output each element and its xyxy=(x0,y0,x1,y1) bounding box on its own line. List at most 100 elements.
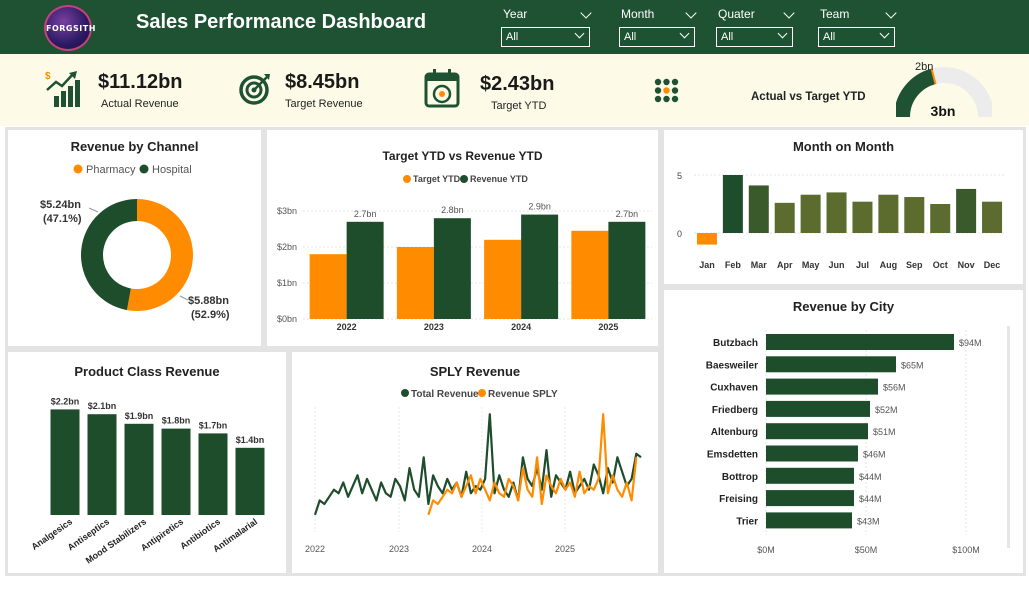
bar-city[interactable] xyxy=(766,512,852,529)
filter-year-select[interactable]: All xyxy=(501,27,590,47)
bar-city[interactable] xyxy=(766,334,954,350)
bar-product-class[interactable] xyxy=(87,414,117,515)
filter-team: Team All xyxy=(818,7,897,47)
bar-target-ytd[interactable] xyxy=(396,247,434,319)
bar-city[interactable] xyxy=(766,490,854,507)
bar-product-class[interactable] xyxy=(161,428,191,515)
bar-city[interactable] xyxy=(766,423,868,440)
target-vs-revenue-chart: Target YTD Revenue YTD $0bn $1bn $2bn $3bn 2… xyxy=(277,174,652,332)
bar-revenue-ytd[interactable] xyxy=(346,221,384,319)
x-tick-label: 2022 xyxy=(337,322,357,332)
bar-month-mar[interactable] xyxy=(748,185,769,233)
svg-text:$: $ xyxy=(45,71,51,82)
x-tick-label: 2024 xyxy=(472,544,492,554)
y-tick-label: $2bn xyxy=(277,242,297,252)
bar-month-dec[interactable] xyxy=(982,201,1003,233)
legend-total-revenue: Total Revenue xyxy=(411,389,479,400)
scrollbar[interactable] xyxy=(1007,326,1010,548)
bar-data-label: 2.7bn xyxy=(354,209,377,219)
gauge-center-label: 3bn xyxy=(931,103,956,119)
kpi-target-revenue-value: $8.45bn xyxy=(285,71,360,93)
x-tick-label: Apr xyxy=(777,260,793,270)
bar-data-label: $44M xyxy=(859,494,882,504)
bar-data-label: $1.4bn xyxy=(236,435,265,445)
chevron-down-icon xyxy=(879,28,890,39)
bar-data-label: $2.2bn xyxy=(51,396,80,406)
bar-month-apr[interactable] xyxy=(774,202,795,233)
bar-product-class[interactable] xyxy=(50,409,80,515)
kpi-actual-revenue-label: Actual Revenue xyxy=(101,98,179,110)
bar-city[interactable] xyxy=(766,400,870,417)
bar-month-may[interactable] xyxy=(800,194,821,233)
bar-revenue-ytd[interactable] xyxy=(608,221,646,319)
revenue-growth-icon: $ xyxy=(45,71,80,107)
bar-data-label: $94M xyxy=(959,338,982,348)
line-revenue-sply[interactable] xyxy=(427,413,638,516)
sply-chart: Total Revenue Revenue SPLY 2022 2023 2024 2… xyxy=(305,389,642,554)
y-tick-label: 5 xyxy=(677,171,682,181)
legend-swatch-target-ytd xyxy=(403,175,411,183)
city-label: Trier xyxy=(736,516,758,527)
bar-month-aug[interactable] xyxy=(878,194,899,233)
filter-year-label: Year xyxy=(503,7,528,21)
city-label: Baesweiler xyxy=(706,360,758,371)
panel-target-vs-revenue-ytd: Target YTD vs Revenue YTD Target YTD Rev… xyxy=(264,127,661,349)
bar-month-sep[interactable] xyxy=(904,197,925,233)
filter-year: Year All xyxy=(501,7,592,47)
filter-month-value: All xyxy=(624,31,637,43)
company-logo: FORGSITH xyxy=(44,5,95,51)
line-total-revenue[interactable] xyxy=(313,413,642,516)
panel-revenue-by-city: Revenue by City $0M $50M $100M Butzbach $94M… xyxy=(661,287,1026,576)
legend-swatch-pharmacy xyxy=(73,164,83,174)
city-label: Cuxhaven xyxy=(710,383,758,394)
bar-city[interactable] xyxy=(766,378,878,395)
gauge-label: Actual vs Target YTD xyxy=(751,91,866,103)
bar-data-label: $56M xyxy=(883,383,906,393)
legend-target-ytd: Target YTD xyxy=(413,174,461,184)
bar-data-label: $51M xyxy=(873,427,896,437)
filter-month-select[interactable]: All xyxy=(619,27,695,47)
bar-target-ytd[interactable] xyxy=(484,239,522,319)
bar-data-label: $44M xyxy=(859,472,882,482)
bar-city[interactable] xyxy=(766,445,858,462)
kpi-actual-revenue-value: $11.12bn xyxy=(98,71,183,93)
bar-product-class[interactable] xyxy=(124,423,154,515)
bar-data-label: 2.7bn xyxy=(616,209,639,219)
bar-data-label: 2.9bn xyxy=(528,202,551,212)
header-bar: FORGSITH Sales Performance Dashboard Yea… xyxy=(0,0,1029,54)
y-tick-label: 0 xyxy=(677,229,682,239)
kpi-target-revenue-label: Target Revenue xyxy=(285,98,363,110)
x-tick-label: 2025 xyxy=(555,544,575,554)
bar-city[interactable] xyxy=(766,467,854,484)
legend-swatch-hospital xyxy=(139,164,149,174)
bar-month-nov[interactable] xyxy=(956,188,977,233)
filter-month-label: Month xyxy=(621,7,655,21)
filter-quarter-select[interactable]: All xyxy=(716,27,793,47)
panel-month-on-month: Month on Month 5 0 Jan Feb Mar Apr May Jun Jul Au… xyxy=(661,127,1026,287)
bar-month-jul[interactable] xyxy=(852,201,873,233)
city-label: Friedberg xyxy=(712,405,758,416)
bar-data-label: $52M xyxy=(875,405,898,415)
donut-slice-hospital[interactable] xyxy=(81,199,137,311)
bar-target-ytd[interactable] xyxy=(571,230,609,319)
bar-city[interactable] xyxy=(766,356,896,373)
bar-revenue-ytd[interactable] xyxy=(433,218,471,319)
y-tick-label: $0bn xyxy=(277,314,297,324)
bar-data-label: $1.7bn xyxy=(199,420,228,430)
city-label: Freising xyxy=(719,494,758,505)
bar-month-feb[interactable] xyxy=(722,175,743,233)
bar-data-label: $2.1bn xyxy=(88,401,117,411)
grid-dots-icon[interactable] xyxy=(654,78,679,103)
bar-month-jun[interactable] xyxy=(826,192,847,233)
bar-product-class[interactable] xyxy=(198,433,228,515)
bar-target-ytd[interactable] xyxy=(309,254,347,319)
bar-month-oct[interactable] xyxy=(930,204,951,233)
chevron-down-icon xyxy=(574,28,585,39)
x-tick-label: Jan xyxy=(699,260,715,270)
page-title: Sales Performance Dashboard xyxy=(136,11,427,33)
bar-month-jan[interactable] xyxy=(696,233,717,245)
bar-product-class[interactable] xyxy=(235,447,265,515)
chevron-down-icon xyxy=(679,28,690,39)
filter-team-select[interactable]: All xyxy=(818,27,895,47)
bar-revenue-ytd[interactable] xyxy=(521,214,559,319)
